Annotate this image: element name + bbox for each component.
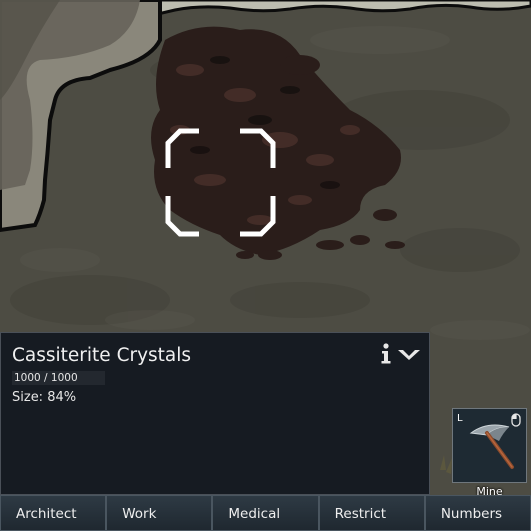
hit-points-bar: 1000 / 1000 <box>12 371 105 385</box>
hotkey-label: L <box>457 413 463 424</box>
info-icon[interactable] <box>379 343 393 365</box>
tab-numbers[interactable]: Numbers <box>424 495 531 531</box>
collapse-arrow-icon[interactable] <box>397 347 421 361</box>
inspect-panel: Cassiterite Crystals 1000 / 1000 Size: 8… <box>0 332 430 495</box>
tab-work[interactable]: Work <box>106 495 213 531</box>
tab-restrict[interactable]: Restrict <box>318 495 425 531</box>
mine-command-button[interactable]: L Mine <box>452 408 527 498</box>
pickaxe-icon <box>465 419 517 471</box>
main-tab-bar: Architect Work Medical Restrict Numbers <box>0 495 531 531</box>
tab-architect[interactable]: Architect <box>0 495 107 531</box>
hit-points-text: 1000 / 1000 <box>14 372 78 384</box>
size-readout: Size: 84% <box>12 390 77 405</box>
inspect-title: Cassiterite Crystals <box>12 345 192 366</box>
tab-medical[interactable]: Medical <box>212 495 319 531</box>
